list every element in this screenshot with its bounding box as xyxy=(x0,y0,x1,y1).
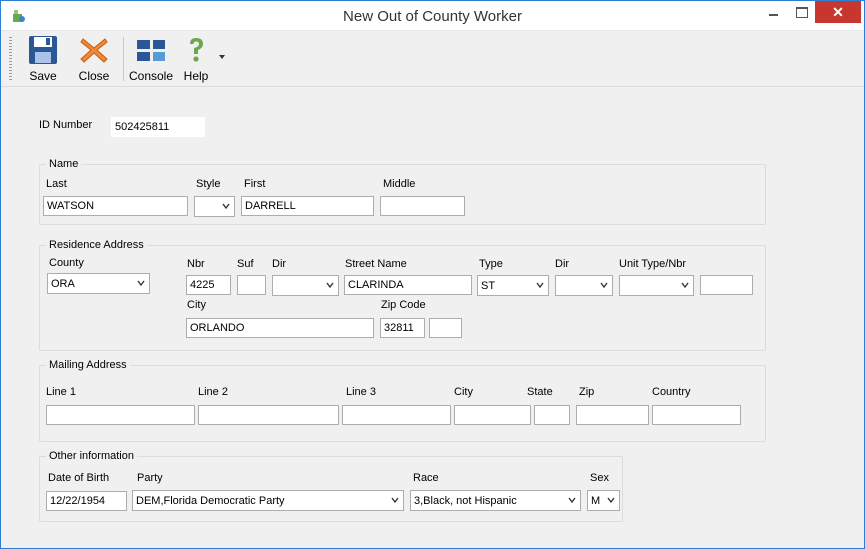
party-select[interactable]: DEM,Florida Democratic Party xyxy=(132,490,404,511)
chevron-down-icon xyxy=(607,497,615,504)
unit-type-label: Unit Type/Nbr xyxy=(619,258,687,270)
chevron-down-icon xyxy=(600,282,608,289)
id-number-label: ID Number xyxy=(39,119,93,131)
county-select[interactable]: ORA xyxy=(47,273,150,294)
other-information-group xyxy=(39,456,623,522)
sex-label: Sex xyxy=(590,472,609,484)
floppy-disk-icon xyxy=(29,36,57,64)
chevron-down-icon xyxy=(326,282,334,289)
country-field[interactable] xyxy=(652,405,741,425)
line2-label: Line 2 xyxy=(198,386,228,398)
help-question-icon xyxy=(190,38,203,62)
post-direction-label: Dir xyxy=(555,258,570,270)
zip-code-label: Zip Code xyxy=(381,299,426,311)
street-name-field[interactable]: CLARINDA xyxy=(344,275,472,295)
chevron-down-icon xyxy=(536,282,544,289)
street-name-label: Street Name xyxy=(345,258,407,270)
street-number-field[interactable]: 4225 xyxy=(186,275,231,295)
chevron-down-icon xyxy=(137,280,145,287)
window-title: New Out of County Worker xyxy=(343,8,522,25)
toolbar-separator xyxy=(123,37,124,81)
street-number-label: Nbr xyxy=(187,258,205,270)
mailing-address-group xyxy=(39,365,766,442)
name-group-title: Name xyxy=(46,158,82,170)
suffix-field[interactable] xyxy=(237,275,266,295)
close-window-button[interactable]: ✕ xyxy=(815,1,861,23)
direction-label: Dir xyxy=(272,258,287,270)
help-button[interactable]: Help xyxy=(179,35,213,83)
race-select[interactable]: 3,Black, not Hispanic xyxy=(410,490,581,511)
unit-number-field[interactable] xyxy=(700,275,753,295)
app-window: New Out of County Worker ✕ Save Close Co… xyxy=(0,0,865,549)
mailing-zip-label: Zip xyxy=(579,386,595,398)
style-label: Style xyxy=(196,178,221,190)
maximize-button[interactable] xyxy=(786,1,816,23)
county-label: County xyxy=(49,257,84,269)
zip-code-field[interactable]: 32811 xyxy=(380,318,425,338)
race-label: Race xyxy=(413,472,439,484)
residence-address-title: Residence Address xyxy=(46,239,147,251)
mailing-zip-field[interactable] xyxy=(576,405,649,425)
date-of-birth-label: Date of Birth xyxy=(48,472,110,484)
chevron-down-icon xyxy=(222,203,230,210)
state-field[interactable] xyxy=(534,405,570,425)
line3-field[interactable] xyxy=(342,405,451,425)
party-label: Party xyxy=(137,472,163,484)
save-button[interactable]: Save xyxy=(23,35,63,83)
date-of-birth-field[interactable]: 12/22/1954 xyxy=(46,491,127,511)
line1-label: Line 1 xyxy=(46,386,76,398)
middle-name-field[interactable] xyxy=(380,196,465,216)
sex-select[interactable]: M xyxy=(587,490,620,511)
suffix-label: Suf xyxy=(237,258,254,270)
close-x-icon xyxy=(80,38,108,63)
first-name-label: First xyxy=(244,178,266,190)
console-icon xyxy=(137,40,165,61)
other-information-title: Other information xyxy=(46,450,137,462)
direction-select[interactable] xyxy=(272,275,339,296)
state-label: State xyxy=(527,386,553,398)
street-type-select[interactable]: ST xyxy=(477,275,549,296)
chevron-down-icon xyxy=(391,497,399,504)
toolbar: Save Close Console Help xyxy=(1,31,864,87)
mailing-city-label: City xyxy=(454,386,473,398)
unit-type-select[interactable] xyxy=(619,275,694,296)
city-label: City xyxy=(187,299,206,311)
city-field[interactable]: ORLANDO xyxy=(186,318,374,338)
mailing-address-title: Mailing Address xyxy=(46,359,130,371)
help-dropdown-arrow-icon[interactable] xyxy=(219,55,225,59)
toolbar-grip[interactable] xyxy=(9,37,12,81)
street-type-label: Type xyxy=(479,258,503,270)
chevron-down-icon xyxy=(568,497,576,504)
chevron-down-icon xyxy=(681,282,689,289)
close-button[interactable]: Close xyxy=(73,35,115,83)
last-name-label: Last xyxy=(46,178,67,190)
zip-plus4-field[interactable] xyxy=(429,318,462,338)
id-number-field[interactable]: 502425811 xyxy=(111,117,205,137)
line3-label: Line 3 xyxy=(346,386,376,398)
style-select[interactable] xyxy=(194,196,235,217)
middle-name-label: Middle xyxy=(383,178,416,190)
first-name-field[interactable]: DARRELL xyxy=(241,196,374,216)
last-name-field[interactable]: WATSON xyxy=(43,196,188,216)
console-button[interactable]: Console xyxy=(127,35,175,83)
country-label: Country xyxy=(652,386,691,398)
post-direction-select[interactable] xyxy=(555,275,613,296)
mailing-city-field[interactable] xyxy=(454,405,531,425)
line2-field[interactable] xyxy=(198,405,339,425)
title-bar: New Out of County Worker ✕ xyxy=(1,1,864,31)
line1-field[interactable] xyxy=(46,405,195,425)
